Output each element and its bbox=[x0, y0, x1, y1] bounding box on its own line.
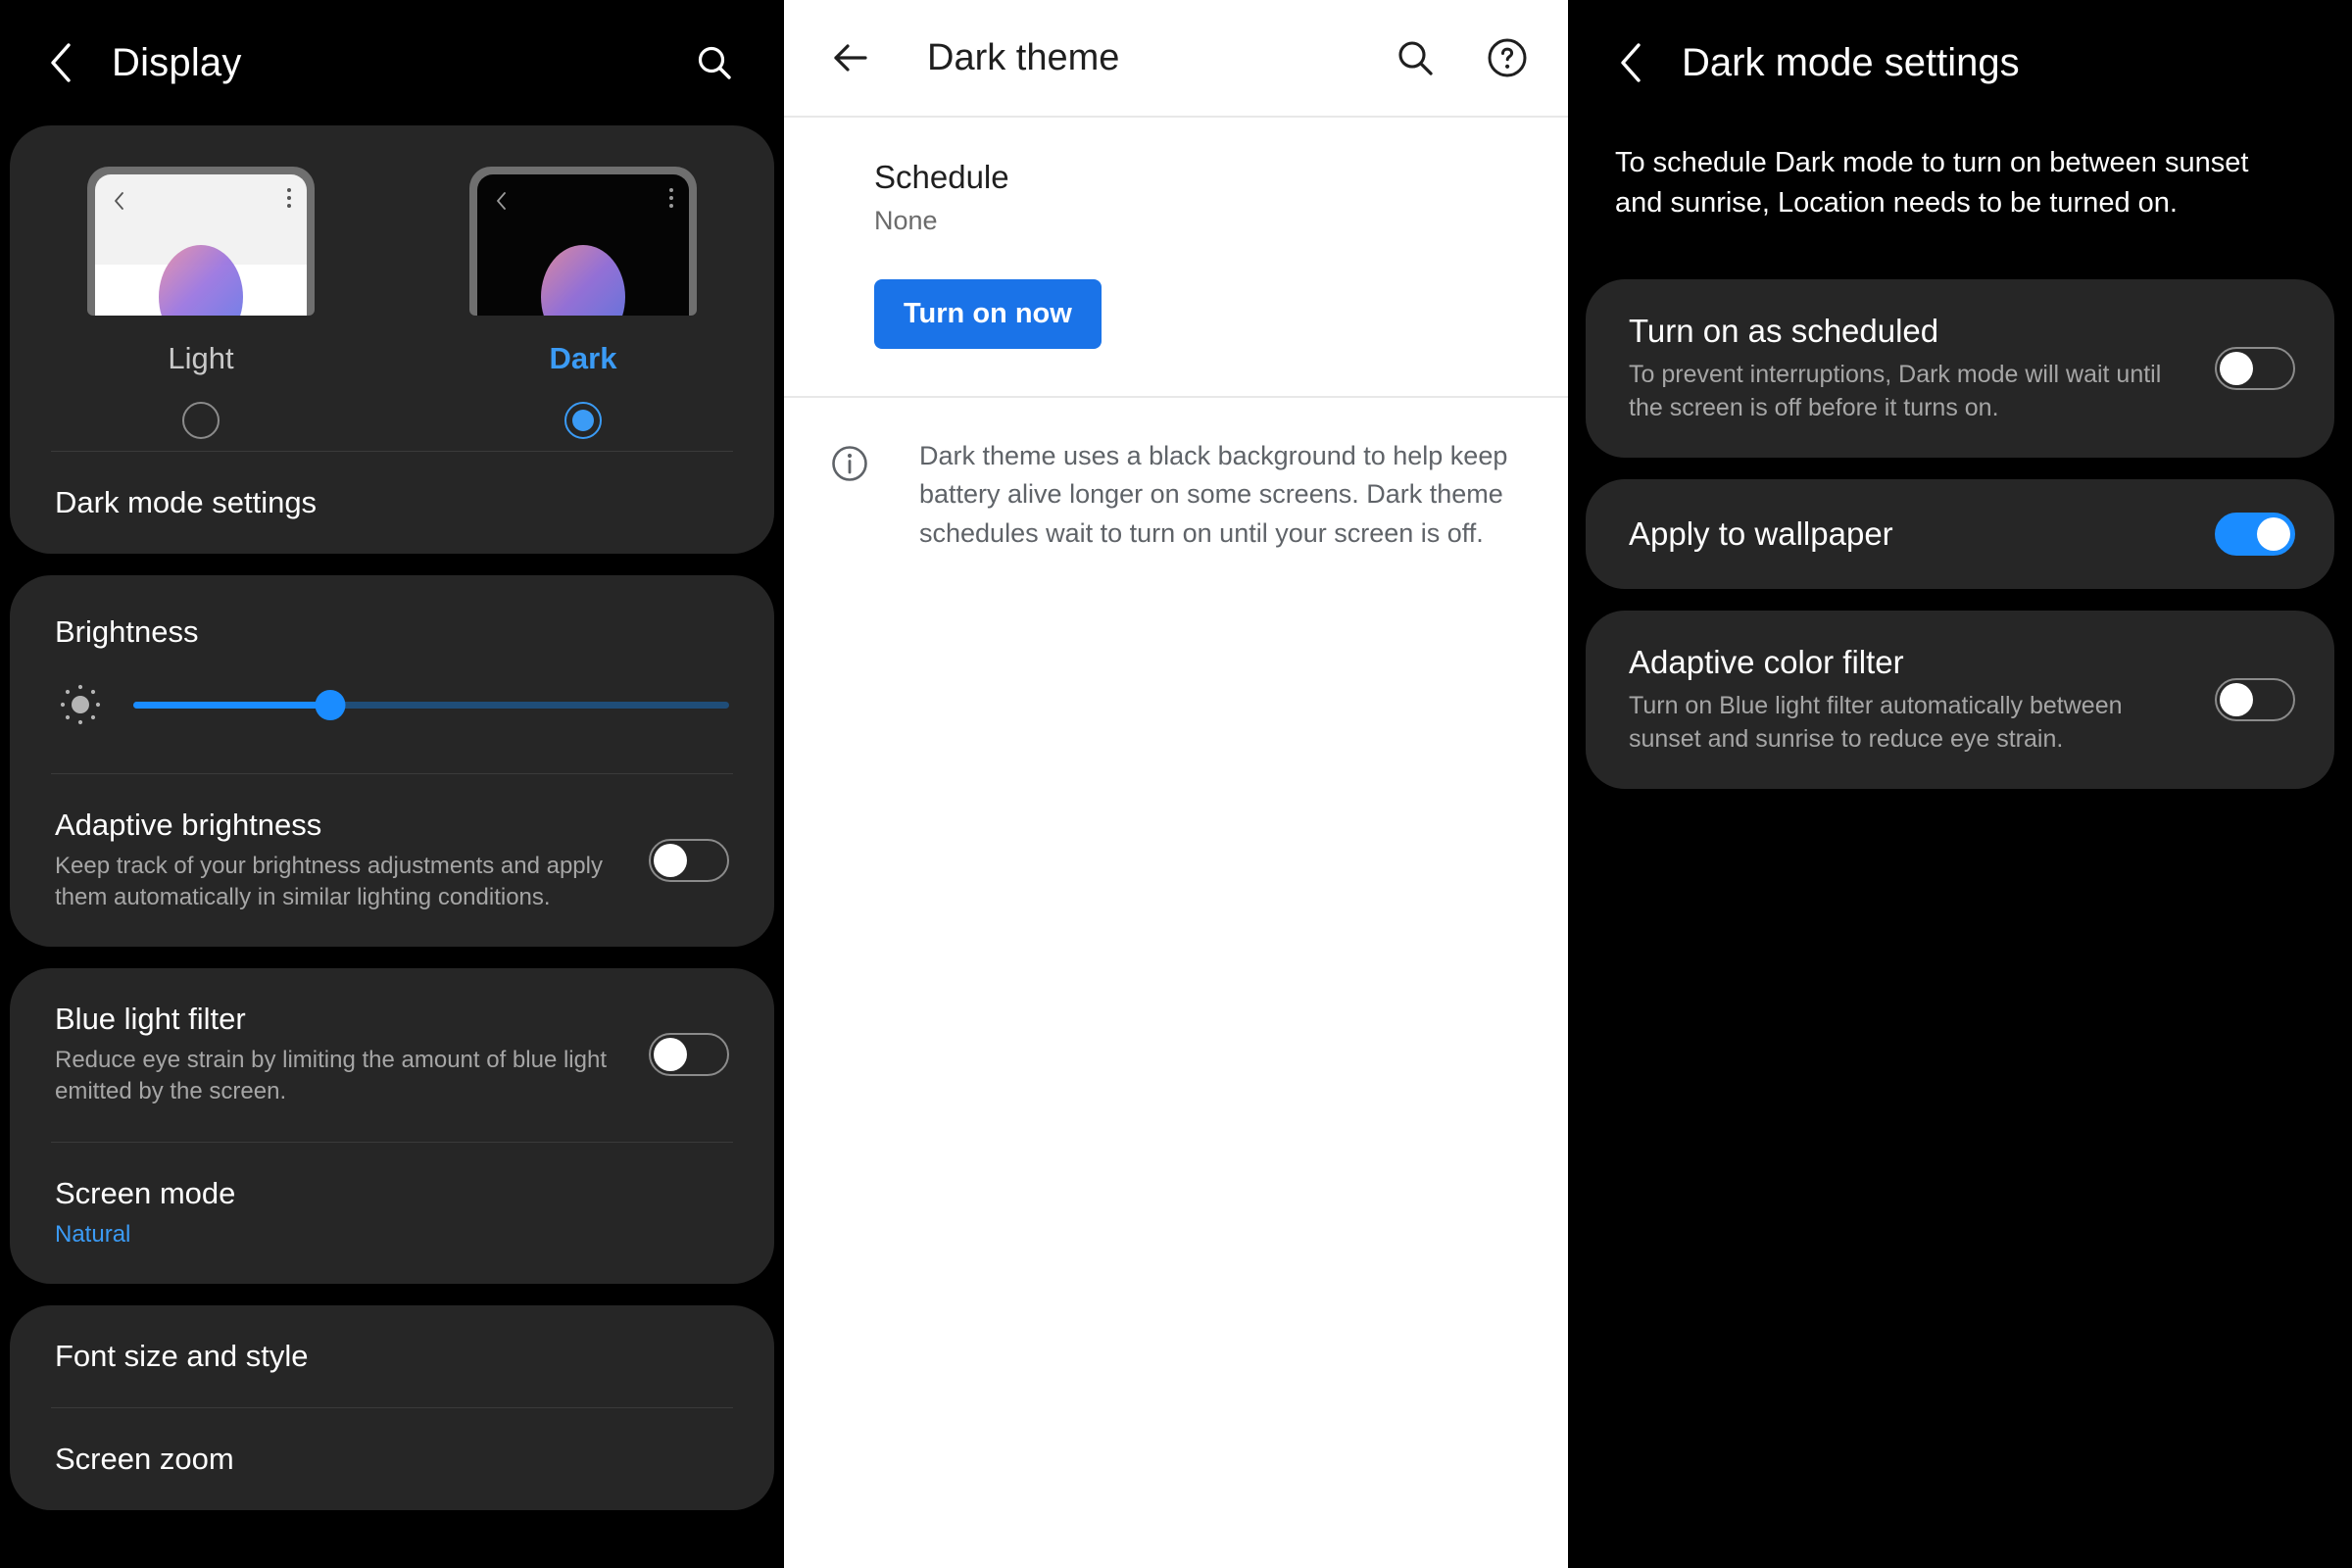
dark-mode-settings-appbar: Dark mode settings bbox=[1568, 0, 2352, 125]
brightness-card: Brightness Adaptive brightness Keep trac… bbox=[10, 575, 774, 948]
blue-light-filter-subtitle: Reduce eye strain by limiting the amount… bbox=[55, 1047, 607, 1105]
font-size-and-style-row[interactable]: Font size and style bbox=[10, 1305, 774, 1407]
dark-theme-screen: Dark theme Schedule None Turn on now Dar… bbox=[784, 0, 1568, 1568]
blue-light-filter-title: Blue light filter bbox=[55, 1002, 246, 1037]
brightness-slider-thumb[interactable] bbox=[315, 690, 346, 720]
three-panel-screenshot: Display Light Dark Dark mode settings Br… bbox=[0, 0, 2352, 1568]
search-icon[interactable] bbox=[1392, 34, 1439, 81]
turn-on-as-scheduled-title: Turn on as scheduled bbox=[1629, 313, 1939, 350]
dark-theme-radio[interactable] bbox=[564, 402, 602, 439]
adaptive-color-filter-toggle[interactable] bbox=[2215, 678, 2295, 722]
arrow-left-icon[interactable] bbox=[827, 34, 874, 81]
screen-mode-row[interactable]: Screen mode Natural bbox=[10, 1143, 774, 1284]
toggle-knob bbox=[2257, 517, 2290, 552]
adaptive-brightness-subtitle: Keep track of your brightness adjustment… bbox=[55, 853, 603, 911]
toggle-knob bbox=[2220, 683, 2253, 717]
schedule-value: None bbox=[874, 206, 938, 235]
screen-zoom-label: Screen zoom bbox=[55, 1441, 234, 1476]
blue-light-filter-toggle[interactable] bbox=[649, 1033, 729, 1077]
search-icon[interactable] bbox=[692, 40, 737, 85]
font-size-and-style-label: Font size and style bbox=[55, 1338, 309, 1373]
description-text: To schedule Dark mode to turn on between… bbox=[1615, 147, 2249, 219]
turn-on-as-scheduled-toggle[interactable] bbox=[2215, 347, 2295, 391]
theme-card: Light Dark Dark mode settings bbox=[10, 125, 774, 554]
dark-theme-preview bbox=[469, 167, 697, 316]
screen-mode-value: Natural bbox=[55, 1220, 131, 1248]
back-icon[interactable] bbox=[1609, 40, 1654, 85]
screen-zoom-row[interactable]: Screen zoom bbox=[10, 1408, 774, 1510]
toggle-knob bbox=[654, 1038, 687, 1072]
page-title: Display bbox=[112, 40, 242, 84]
dark-theme-appbar: Dark theme bbox=[784, 0, 1568, 116]
schedule-title[interactable]: Schedule bbox=[874, 159, 1521, 196]
toggle-knob bbox=[654, 844, 687, 878]
theme-picker: Light Dark bbox=[10, 125, 774, 451]
apply-to-wallpaper-toggle[interactable] bbox=[2215, 513, 2295, 557]
page-title: Dark mode settings bbox=[1682, 40, 2020, 84]
turn-on-now-button[interactable]: Turn on now bbox=[874, 279, 1102, 349]
dark-mode-settings-screen: Dark mode settings To schedule Dark mode… bbox=[1568, 0, 2352, 1568]
info-text: Dark theme uses a black background to he… bbox=[919, 441, 1508, 548]
preview-back-icon bbox=[495, 190, 509, 217]
page-title: Dark theme bbox=[927, 36, 1120, 78]
display-appbar: Display bbox=[0, 0, 784, 125]
help-circle-icon[interactable] bbox=[1484, 34, 1531, 81]
turn-on-as-scheduled-subtitle: To prevent interruptions, Dark mode will… bbox=[1629, 361, 2162, 422]
adaptive-brightness-toggle[interactable] bbox=[649, 839, 729, 883]
light-theme-preview bbox=[87, 167, 315, 316]
schedule-section: Schedule None Turn on now bbox=[784, 118, 1568, 396]
apply-to-wallpaper-texts: Apply to wallpaper bbox=[1629, 515, 2193, 553]
adaptive-color-filter-row[interactable]: Adaptive color filter Turn on Blue light… bbox=[1586, 611, 2334, 790]
dark-mode-settings-label: Dark mode settings bbox=[55, 485, 318, 519]
brightness-sun-icon bbox=[55, 679, 106, 730]
adaptive-color-filter-texts: Adaptive color filter Turn on Blue light… bbox=[1629, 644, 2193, 756]
blue-light-filter-texts: Blue light filter Reduce eye strain by l… bbox=[55, 1002, 625, 1107]
turn-on-as-scheduled-row[interactable]: Turn on as scheduled To prevent interrup… bbox=[1586, 279, 2334, 459]
blue-light-card: Blue light filter Reduce eye strain by l… bbox=[10, 968, 774, 1284]
light-theme-radio[interactable] bbox=[182, 402, 220, 439]
brightness-slider-fill bbox=[133, 702, 330, 709]
preview-overflow-icon bbox=[669, 188, 673, 208]
theme-option-dark[interactable]: Dark bbox=[392, 167, 774, 439]
adaptive-color-filter-subtitle: Turn on Blue light filter automatically … bbox=[1629, 692, 2123, 754]
screen-mode-title: Screen mode bbox=[55, 1175, 236, 1210]
preview-blob bbox=[159, 245, 243, 316]
brightness-slider-row bbox=[10, 660, 774, 773]
font-card: Font size and style Screen zoom bbox=[10, 1304, 774, 1510]
dark-mode-settings-row[interactable]: Dark mode settings bbox=[10, 452, 774, 554]
toggle-knob bbox=[2220, 352, 2253, 386]
brightness-slider[interactable] bbox=[133, 688, 729, 721]
back-icon[interactable] bbox=[39, 40, 84, 85]
apply-to-wallpaper-title: Apply to wallpaper bbox=[1629, 515, 1893, 553]
brightness-heading: Brightness bbox=[55, 614, 199, 649]
info-block: Dark theme uses a black background to he… bbox=[784, 398, 1568, 553]
adaptive-brightness-title: Adaptive brightness bbox=[55, 808, 322, 842]
adaptive-brightness-texts: Adaptive brightness Keep track of your b… bbox=[55, 808, 625, 913]
display-settings-screen: Display Light Dark Dark mode settings Br… bbox=[0, 0, 784, 1568]
adaptive-brightness-row[interactable]: Adaptive brightness Keep track of your b… bbox=[10, 774, 774, 947]
turn-on-as-scheduled-texts: Turn on as scheduled To prevent interrup… bbox=[1629, 313, 2193, 424]
blue-light-filter-row[interactable]: Blue light filter Reduce eye strain by l… bbox=[10, 968, 774, 1141]
info-circle-icon bbox=[829, 443, 870, 484]
dark-theme-label: Dark bbox=[549, 341, 617, 375]
theme-option-light[interactable]: Light bbox=[10, 167, 392, 439]
apply-to-wallpaper-row[interactable]: Apply to wallpaper bbox=[1586, 479, 2334, 590]
light-theme-label: Light bbox=[168, 341, 234, 375]
adaptive-color-filter-title: Adaptive color filter bbox=[1629, 644, 1904, 681]
preview-overflow-icon bbox=[287, 188, 291, 208]
preview-blob bbox=[541, 245, 625, 316]
preview-back-icon bbox=[113, 190, 126, 217]
